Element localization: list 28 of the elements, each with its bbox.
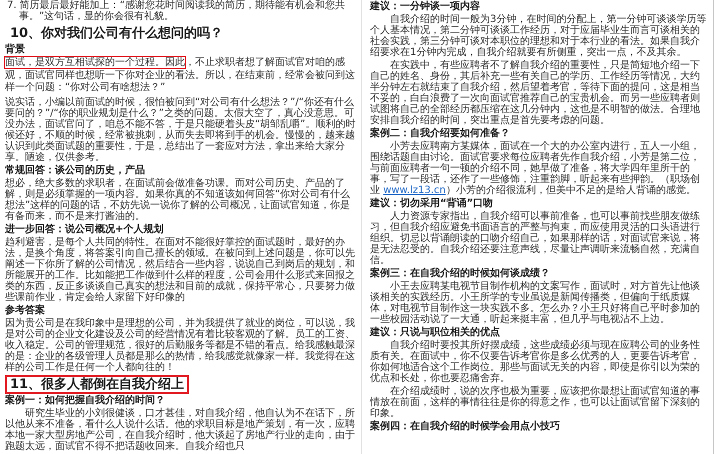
subheading: 背景 xyxy=(5,44,26,55)
paragraph-text: 自我介绍时要投其所好摆成绩，这些成绩必须与现在应聘公司的业务性质有关。在面试中，你不仅要告诉考官你是多么优秀的人，更要告诉考官，你如何地适合这个工作岗位。那些与面试无关的内容，即使是你引以为荣的优点和长处，你也要忍痛舍弃。 xyxy=(370,340,701,384)
subheading: 建议：切勿采用“背诵”口吻 xyxy=(370,198,494,209)
section-heading: 11、很多人都倒在自我介绍上 xyxy=(5,374,190,394)
subheading: 案例二：自我介绍要如何准备？ xyxy=(370,128,511,139)
paragraph-text: 人力资源专家指出，自我介绍可以事前准备，也可以事前找些朋友做练习，但自我介绍应避免书面语言的严整与拘束，而应使用灵活的口头语进行组织。切忌以背诵朗读的口吻介绍自己，如果那样的话，对面试官来说，将是无法忍受的。自我介绍还要注意声线，尽量让声调听来流畅自然，充满自信。 xyxy=(370,211,701,266)
paragraph-text: 在实践中，有些应聘者不了解自我介绍的重要性，只是简短地介绍一下自己的姓名、身份，其后补充一些有关自己的学历、工作经历等情况，大约半分钟左右就结束了自我介绍，然后望着考官，等待下面的提问，这是相当不妥的，白白浪费了一次向面试官推荐自己的宝贵机会。而另一些应聘者则试图将自己的全部经历都压缩在这几分钟内，这也是不明智的做法。合理地安排自我介绍的时间，突出重点是首先要考虑的问题。 xyxy=(370,60,701,126)
paragraph-text: 小芳去应聘南方某媒体，面试在一个大的办公室内进行，五人一小组，围绕话题自由讨论。面试官要求每位应聘者先作自我介绍，小芳是第二位，与前面应聘者一句一顿的介绍不同，她早做了准备，将大学四年里所干的事，写了一段话，还作了一些修饰，注重韵脚，听起来有些押韵。（职场创业 www.lz13.cn）小芳的介绍很流利，但美中不足的是给人背诵的感觉。 xyxy=(370,141,701,196)
link[interactable]: www.lz13.cn xyxy=(383,185,446,196)
subheading: 参考答案 xyxy=(5,304,46,316)
paragraph-text: 趋利避害，是每个人共同的特性。在面对不能很好掌控的面试题时，最好的办法，是换个角度，将答案引向自己擅长的领域。在被问到上述问题是，你可以先阐述一下你所了解的公司情况，然后结合一些内容，说说自己到岗后的规划，和所能展开的工作。比如能把工作做到什么样的程度，公司会用什么形式来回报之类的东西，反正多谈谈自己真实的想法和目前的成就，保持平常心，只要努力做些课前作业，肯定会给人家留下好印像的 xyxy=(5,236,356,302)
list-item-text: 7. 简历最后最好能加上：“感谢您花时间阅读我的简历，期待能有机会和您共事。”这句话，显的你会很有礼貌。 xyxy=(6,0,346,22)
paragraph-text: 想必，绝大多数的求职者，在面试前会做准备功课。而对公司历史、产品的了解，则是必须掌握的一项内容。如果你真的不知道该如何回答“你对公司有什么想法”这样的问题的话，不妨先说一说你了解的公司概况，让面试官知道，你是有备而来，而不是来打酱油的。 xyxy=(5,178,352,222)
subheading: 建议：一分钟谈一项内容 xyxy=(370,1,481,12)
paragraph-text: 自我介绍的时间一般为3分钟，在时间的分配上，第一分钟可谈谈学历等个人基本情况，第二分钟可谈谈工作经历，对于应届毕业生而言可谈相关的社会实践，第三分钟可谈对本职位的理想和对于本行业的看法。如果自我介绍要求在1分钟内完成，自我介绍就要有所侧重，突出一点，不及其余。 xyxy=(370,14,708,58)
section-heading: 10、你对我们公司有什么想问的吗？ xyxy=(9,25,224,43)
paragraph-text: 研究生毕业的小刘很健谈，口才甚佳，对自我介绍，他自认为不在话下，所以他从来不准备，看什么人说什么话。他的求职目标是地产策划，有一次，应聘本地一家大型房地产公司，在自我介绍时，他大谈起了房地产行业的走向，由于跑题太远，面试官不得不把话题收回来。自我介绍也只 xyxy=(5,408,356,452)
subheading: 案例三：在自我介绍的时候如何谈成绩？ xyxy=(370,268,551,279)
paragraph-text: 小王去应聘某电视节目制作机构的文案写作，面试时，对方首先让他谈谈相关的实践经历。小王所学的专业虽说是新闻传播类，但偏向于纸质媒体，对电视节目制作这一块实践不多。怎么办？小王只好将自己平时参加的一些校园活动说了一大通，听起来挺丰富，但几乎与电视沾不上边。 xyxy=(370,281,701,325)
subheading: 案例一：如何把握自我介绍的时间？ xyxy=(5,394,166,406)
subheading: 建议：只说与职位相关的优点 xyxy=(370,327,501,338)
paragraph-text: 在介绍成绩时，说的次序也极为重要，应该把你最想让面试官知道的事情放在前面，这样的事情往往是你的得意之作，也可以让面试官留下深刻的印象。 xyxy=(370,386,701,419)
paragraph-text: 因为贵公司是在我印象中是理想的公司，并为我提供了就业的岗位，可以说，我是对公司的企业文化建设及公司的经营情况有着比较客观的了解。员工的工资、收入稳定。公司的管理规范，很好的后勤服务等都是不错的看点。给我感触最深的是：企业的各级管理人员都是那么的热情，给我感觉就像家一样。我觉得在这样的公司工作是任何一个人都向往的！ xyxy=(5,318,356,372)
paragraph-text: 说实话，小编以前面试的时候，很怕被问到“对公司有什么想法？”/“你还有什么要问的？”/“你的职业规划是什么？”之类的问题。太假大空了，真心没意思。可没办法，面试官问了，咱总不能不答，于是只能硬着头皮“胡邹乱嚼”。顺利的时候还好，不顺的时候，经常被挑刺，从而失去即将到手的机会。慢慢的，越来越认识到此类面试题的重要性，于是，总结出了一套应对方法，拿出来给大家分享。陋途，仅供参考。 xyxy=(5,96,356,162)
paragraph-text: 面试，是双方互相试探的一个过程。因此，不止求职者想了解面试官对咱的感观，面试官同样也想听一下你对企业的看法。所以，在结束前，经常会被问到这样一个问题：“你对公司有啥想法？” xyxy=(5,57,356,94)
subheading: 常规回答：谈公司的历史，产品 xyxy=(5,164,146,176)
subheading: 案例四：在自我介绍的时候学会用点小技巧 xyxy=(370,421,561,432)
subheading: 进一步回答：说公司概况+个人规划 xyxy=(5,224,164,234)
